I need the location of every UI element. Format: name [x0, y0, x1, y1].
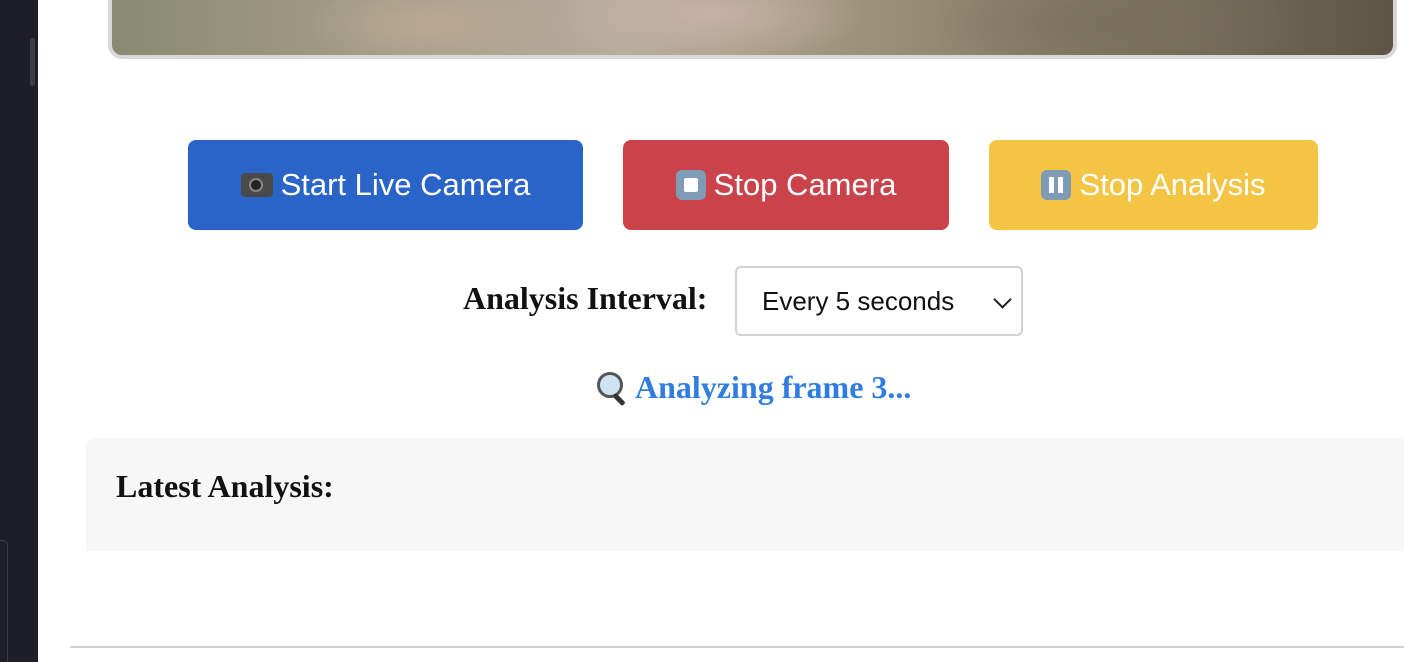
interval-selected-value: Every 5 seconds	[762, 285, 955, 316]
stop-camera-button[interactable]: Stop Camera	[623, 140, 949, 230]
analysis-interval-label: Analysis Interval:	[463, 280, 708, 316]
video-camera-icon	[240, 173, 273, 197]
analysis-status-text: Analyzing frame 3...	[635, 368, 912, 405]
latest-analysis-panel: Latest Analysis:	[86, 438, 1404, 551]
stop-icon	[675, 170, 706, 200]
start-live-camera-label: Start Live Camera	[280, 167, 531, 202]
stop-analysis-label: Stop Analysis	[1079, 167, 1266, 202]
stop-analysis-button[interactable]: Stop Analysis	[989, 140, 1318, 230]
rail-panel-edge	[0, 540, 8, 662]
magnifier-icon	[595, 370, 629, 407]
analysis-interval-select[interactable]: Every 5 seconds	[735, 266, 1023, 336]
camera-controls: Start Live Camera Stop Camera Stop Analy…	[0, 140, 1404, 230]
pause-icon	[1041, 170, 1072, 200]
analysis-status: Analyzing frame 3...	[595, 366, 911, 408]
analysis-interval-row: Analysis Interval: Every 5 seconds	[0, 266, 1404, 336]
start-live-camera-button[interactable]: Start Live Camera	[188, 140, 583, 230]
rail-scrollbar[interactable]	[30, 38, 35, 86]
camera-video-feed	[108, 0, 1397, 59]
latest-analysis-heading: Latest Analysis:	[116, 468, 334, 504]
chevron-down-icon	[993, 290, 1012, 309]
stop-camera-label: Stop Camera	[713, 167, 897, 202]
footer-divider	[70, 646, 1404, 648]
